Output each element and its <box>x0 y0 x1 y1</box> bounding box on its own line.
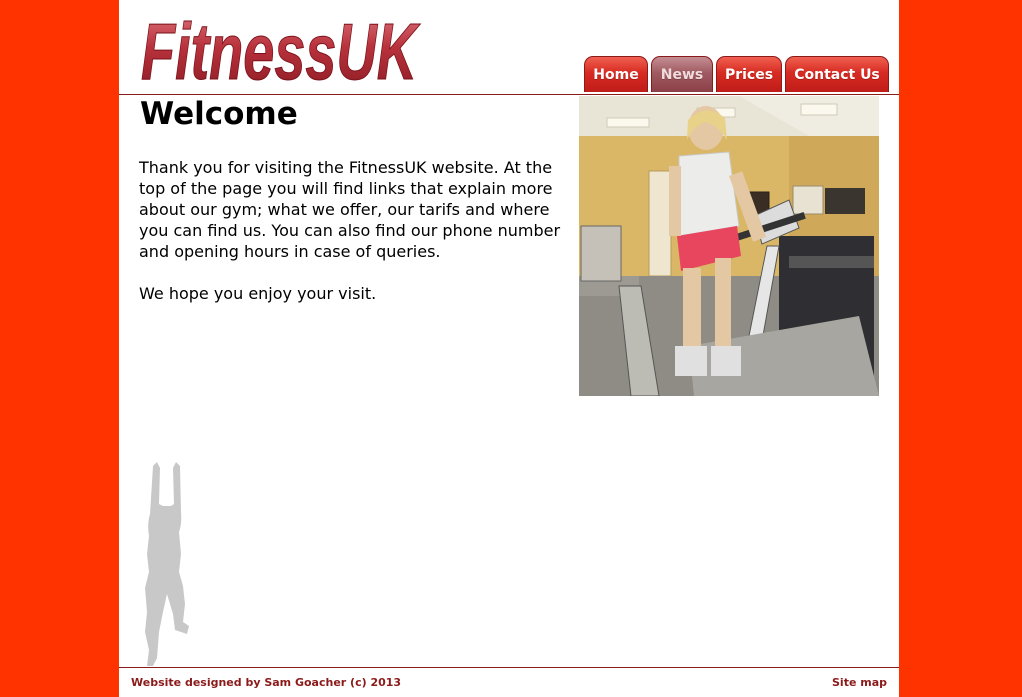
page-title: Welcome <box>140 96 298 132</box>
gym-photo <box>579 96 879 396</box>
site-map-link[interactable]: Site map <box>832 676 887 689</box>
footer-credit: Website designed by Sam Goacher (c) 2013 <box>131 676 402 689</box>
main-navigation: Home News Prices Contact Us <box>584 56 889 93</box>
gym-photo-illustration <box>579 96 879 396</box>
logo-text: FitnessUK <box>141 7 421 90</box>
footer-divider <box>119 667 899 668</box>
nav-tab-news[interactable]: News <box>651 56 713 92</box>
person-silhouette-icon <box>145 462 189 666</box>
logo-graphic: FitnessUK <box>141 7 422 97</box>
fitnessuk-logo[interactable]: FitnessUK <box>137 6 437 97</box>
page-container: FitnessUK Home News Prices Contact Us We… <box>119 0 899 697</box>
intro-text: Thank you for visiting the FitnessUK web… <box>139 157 579 325</box>
nav-tab-home[interactable]: Home <box>584 56 648 92</box>
climber-silhouette-graphic <box>141 462 191 666</box>
header-divider <box>119 94 899 95</box>
nav-tab-prices[interactable]: Prices <box>716 56 782 92</box>
closing-paragraph: We hope you enjoy your visit. <box>139 284 377 303</box>
intro-paragraph: Thank you for visiting the FitnessUK web… <box>139 158 561 261</box>
nav-tab-contact-us[interactable]: Contact Us <box>785 56 889 92</box>
